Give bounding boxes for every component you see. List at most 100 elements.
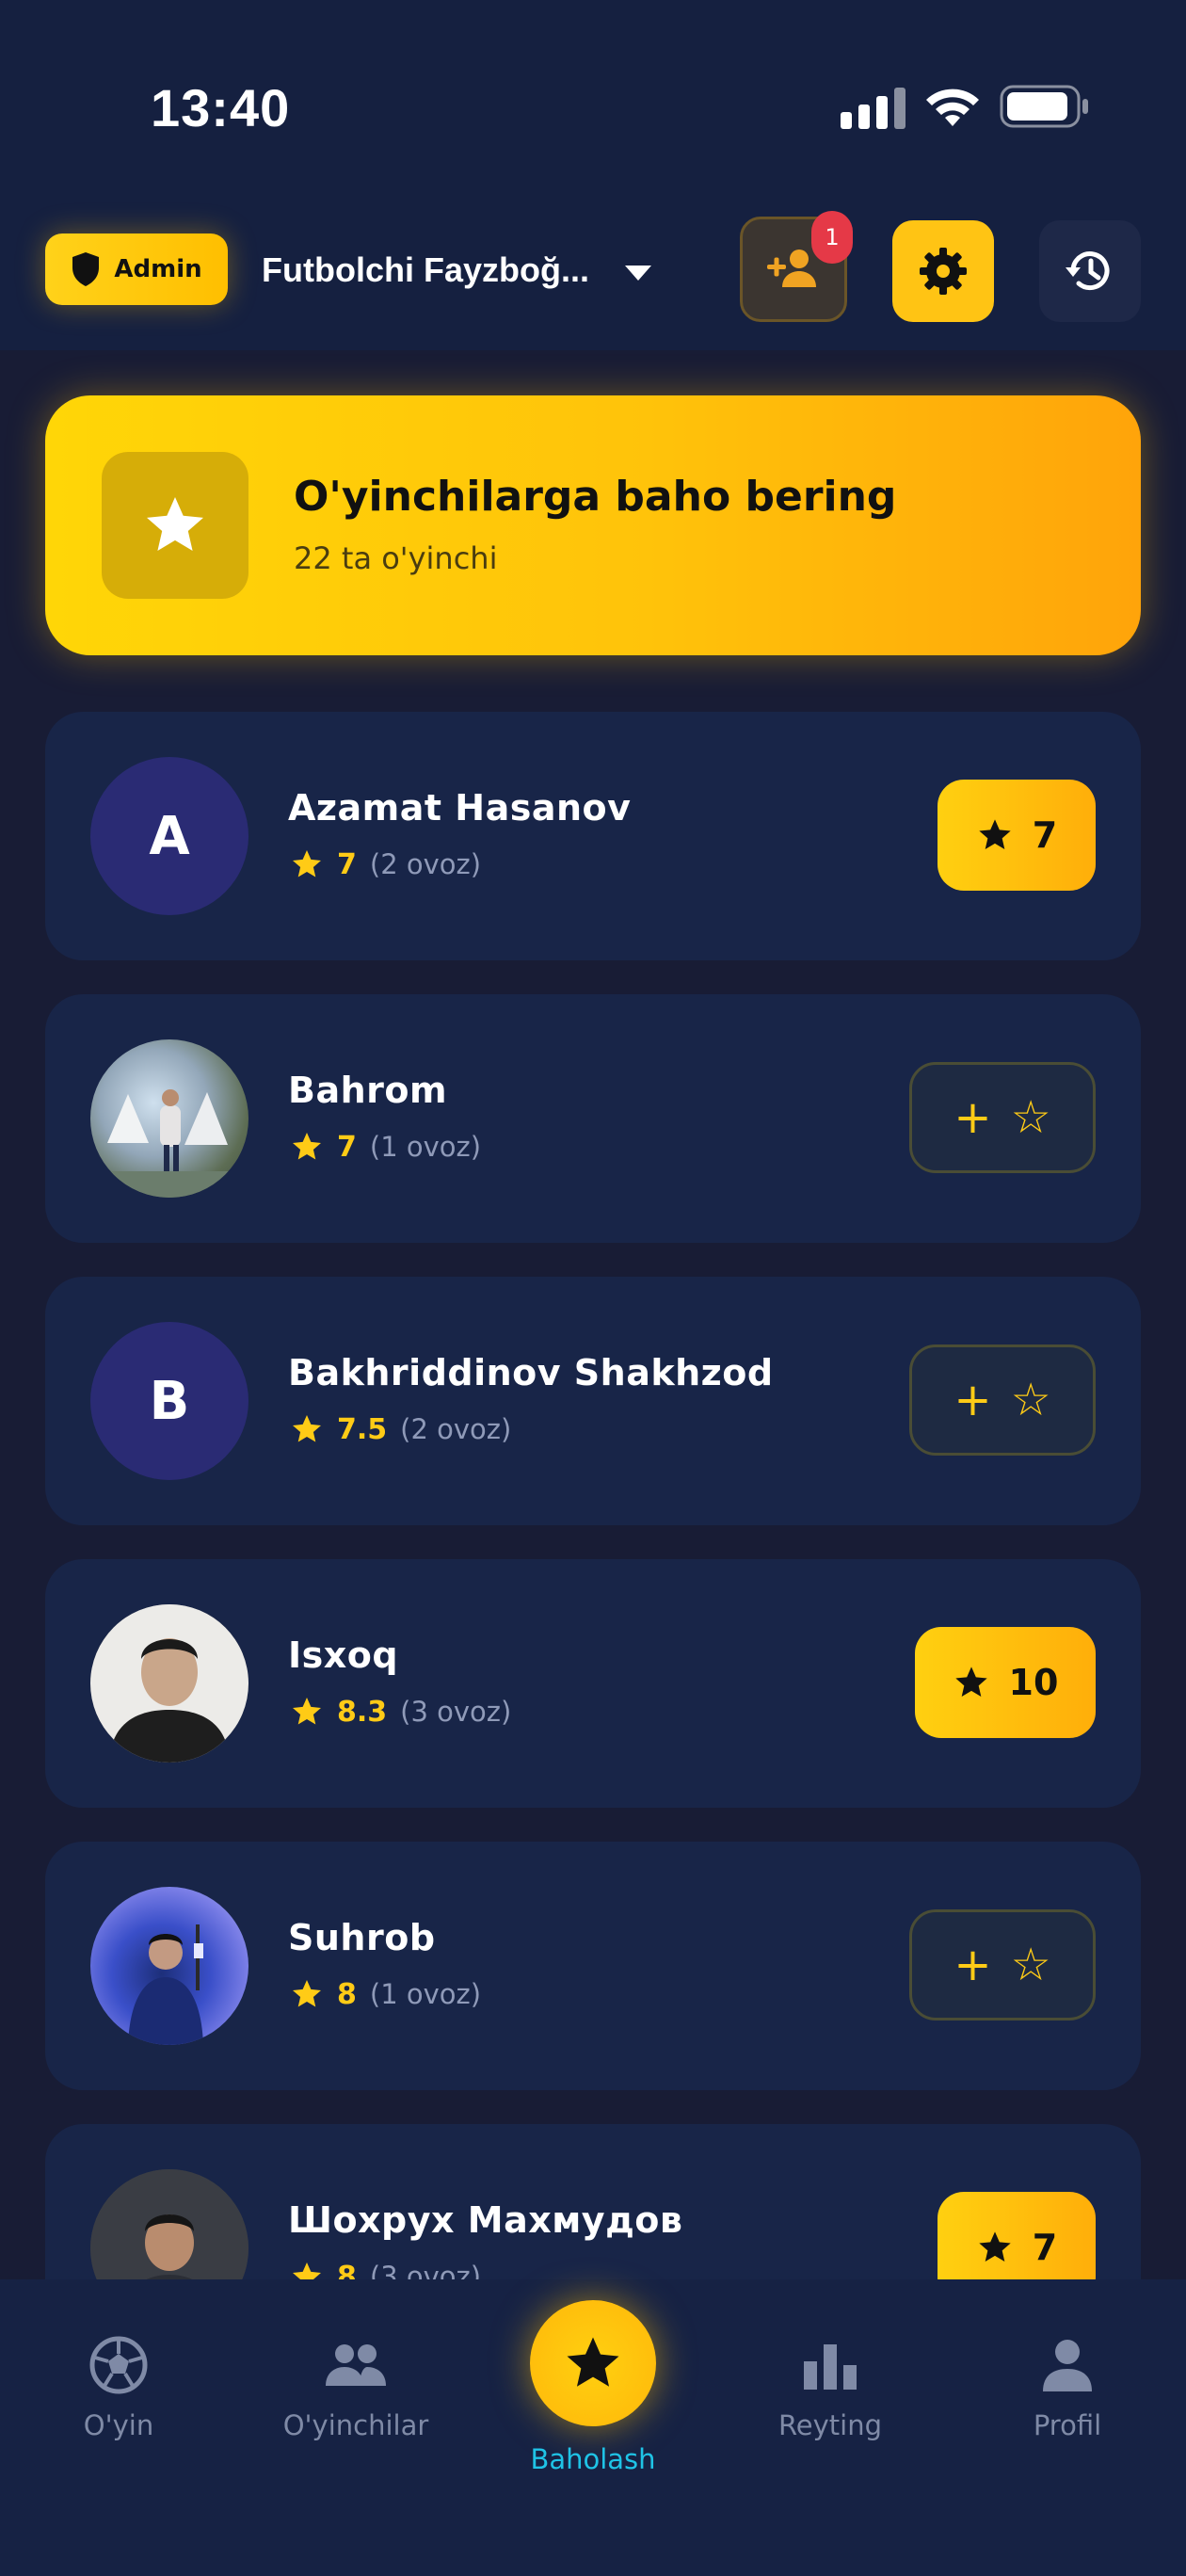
player-name: Bahrom xyxy=(288,1070,448,1111)
rating-value: 8 xyxy=(337,2260,357,2280)
nav-item-profile[interactable]: Profil xyxy=(973,2332,1162,2441)
history-icon xyxy=(1066,251,1110,291)
player-card[interactable]: Isxoq 8.3 (3 ovoz) 10 xyxy=(45,1559,1141,1808)
my-rating-value: 10 xyxy=(1008,1662,1059,1703)
wifi-icon xyxy=(926,89,979,126)
signal-icon xyxy=(841,88,906,129)
plus-icon: + xyxy=(954,1091,992,1144)
banner-subtitle: 22 ta o'yinchi xyxy=(294,540,498,576)
vote-count: (2 ovoz) xyxy=(400,1413,512,1445)
plus-icon: + xyxy=(954,1939,992,1991)
nav-label: O'yin xyxy=(83,2409,154,2441)
nav-item-rate[interactable] xyxy=(530,2300,656,2426)
vote-count: (3 ovoz) xyxy=(369,2261,482,2279)
player-rating: 8 (3 ovoz) xyxy=(290,2260,481,2279)
notification-badge: 1 xyxy=(811,211,853,264)
star-icon xyxy=(293,1415,321,1442)
rate-players-banner: O'yinchilarga baho bering 22 ta o'yinchi xyxy=(45,395,1141,655)
player-name: Шохрух Махмудов xyxy=(288,2199,683,2241)
group-icon xyxy=(326,2344,386,2386)
player-rating: 7 (1 ovoz) xyxy=(290,1130,481,1164)
star-icon xyxy=(979,819,1011,849)
nav-item-rating[interactable]: Reyting xyxy=(736,2332,924,2441)
avatar-photo xyxy=(90,1604,248,1763)
status-bar: 13:40 xyxy=(0,0,1186,188)
settings-button[interactable] xyxy=(892,220,994,322)
star-icon xyxy=(567,2337,619,2387)
player-name: Isxoq xyxy=(288,1634,399,1676)
team-selector[interactable]: Futbolchi Fayzboğ... xyxy=(262,250,589,290)
battery-icon xyxy=(1000,85,1088,128)
player-name: Bakhriddinov Shakhzod xyxy=(288,1352,774,1393)
shield-icon xyxy=(72,252,100,286)
star-icon xyxy=(293,2262,321,2279)
vote-count: (2 ovoz) xyxy=(369,848,482,880)
player-rating: 8 (1 ovoz) xyxy=(290,1977,481,2011)
my-rating-button[interactable]: 7 xyxy=(938,780,1096,891)
rating-value: 7 xyxy=(337,1130,357,1164)
add-rating-button[interactable]: + ☆ xyxy=(909,1344,1096,1456)
add-rating-button[interactable]: + ☆ xyxy=(909,1909,1096,2021)
vote-count: (1 ovoz) xyxy=(369,1131,482,1163)
player-card[interactable]: Suhrob 8 (1 ovoz) + ☆ xyxy=(45,1842,1141,2090)
gear-icon xyxy=(920,248,967,295)
player-rating: 7 (2 ovoz) xyxy=(290,847,481,881)
rating-value: 7 xyxy=(337,847,357,881)
star-outline-icon: ☆ xyxy=(1010,1091,1051,1144)
history-button[interactable] xyxy=(1039,220,1141,322)
player-card[interactable]: Bahrom 7 (1 ovoz) + ☆ xyxy=(45,994,1141,1243)
avatar xyxy=(90,1604,248,1763)
status-time: 13:40 xyxy=(151,78,291,137)
nav-label: Profil xyxy=(1033,2409,1102,2441)
star-icon xyxy=(293,1133,321,1160)
my-rating-value: 7 xyxy=(1032,814,1058,856)
bar-chart-icon xyxy=(804,2344,857,2390)
avatar xyxy=(90,2169,248,2279)
player-name: Suhrob xyxy=(288,1917,436,1958)
soccer-ball-icon xyxy=(89,2336,148,2394)
rating-value: 8 xyxy=(337,1977,357,2011)
my-rating-button[interactable]: 10 xyxy=(915,1627,1096,1738)
player-name: Azamat Hasanov xyxy=(288,787,632,829)
star-icon xyxy=(293,1698,321,1725)
nav-label: Reyting xyxy=(777,2409,883,2441)
avatar xyxy=(90,1887,248,2045)
star-icon xyxy=(293,1980,321,2007)
rating-value: 8.3 xyxy=(337,1695,388,1729)
avatar: B xyxy=(90,1322,248,1480)
star-icon xyxy=(293,850,321,877)
player-card[interactable]: A Azamat Hasanov 7 (2 ovoz) 7 xyxy=(45,712,1141,960)
rating-value: 7.5 xyxy=(337,1412,388,1446)
nav-item-players[interactable]: O'yinchilar xyxy=(262,2332,450,2441)
nav-label-active[interactable]: Baholash xyxy=(499,2443,687,2475)
avatar-photo xyxy=(128,1924,203,2045)
bottom-nav: O'yin O'yinchilar Baholash Reyting Profi… xyxy=(0,2279,1186,2576)
star-icon xyxy=(979,2231,1011,2262)
star-outline-icon: ☆ xyxy=(1010,1939,1051,1991)
add-rating-button[interactable]: + ☆ xyxy=(909,1062,1096,1173)
banner-title: O'yinchilarga baho bering xyxy=(294,473,897,521)
player-rating: 8.3 (3 ovoz) xyxy=(290,1695,511,1729)
avatar-photo xyxy=(90,1089,248,1198)
vote-count: (1 ovoz) xyxy=(369,1978,482,2010)
player-card[interactable]: B Bakhriddinov Shakhzod 7.5 (2 ovoz) + ☆ xyxy=(45,1277,1141,1525)
my-rating-button[interactable]: 7 xyxy=(938,2192,1096,2279)
plus-icon: + xyxy=(954,1374,992,1426)
admin-label: Admin xyxy=(114,255,202,283)
nav-item-game[interactable]: O'yin xyxy=(24,2332,213,2441)
app-header: Admin Futbolchi Fayzboğ... 1 xyxy=(0,211,1186,325)
player-rating: 7.5 (2 ovoz) xyxy=(290,1412,511,1446)
my-rating-value: 7 xyxy=(1032,2227,1058,2268)
nav-label: O'yinchilar xyxy=(282,2409,429,2441)
player-card[interactable]: Шохрух Махмудов 8 (3 ovoz) 7 xyxy=(45,2124,1141,2279)
avatar: A xyxy=(90,757,248,915)
star-outline-icon: ☆ xyxy=(1010,1374,1051,1426)
avatar-photo xyxy=(90,2169,248,2279)
vote-count: (3 ovoz) xyxy=(400,1696,512,1728)
star-icon xyxy=(954,1666,987,1697)
admin-badge: Admin xyxy=(45,233,228,305)
chevron-down-icon[interactable] xyxy=(623,264,653,282)
avatar xyxy=(90,1039,248,1198)
player-list[interactable]: A Azamat Hasanov 7 (2 ovoz) 7 Bahrom 7 (… xyxy=(45,712,1141,2279)
person-icon xyxy=(1043,2340,1092,2391)
